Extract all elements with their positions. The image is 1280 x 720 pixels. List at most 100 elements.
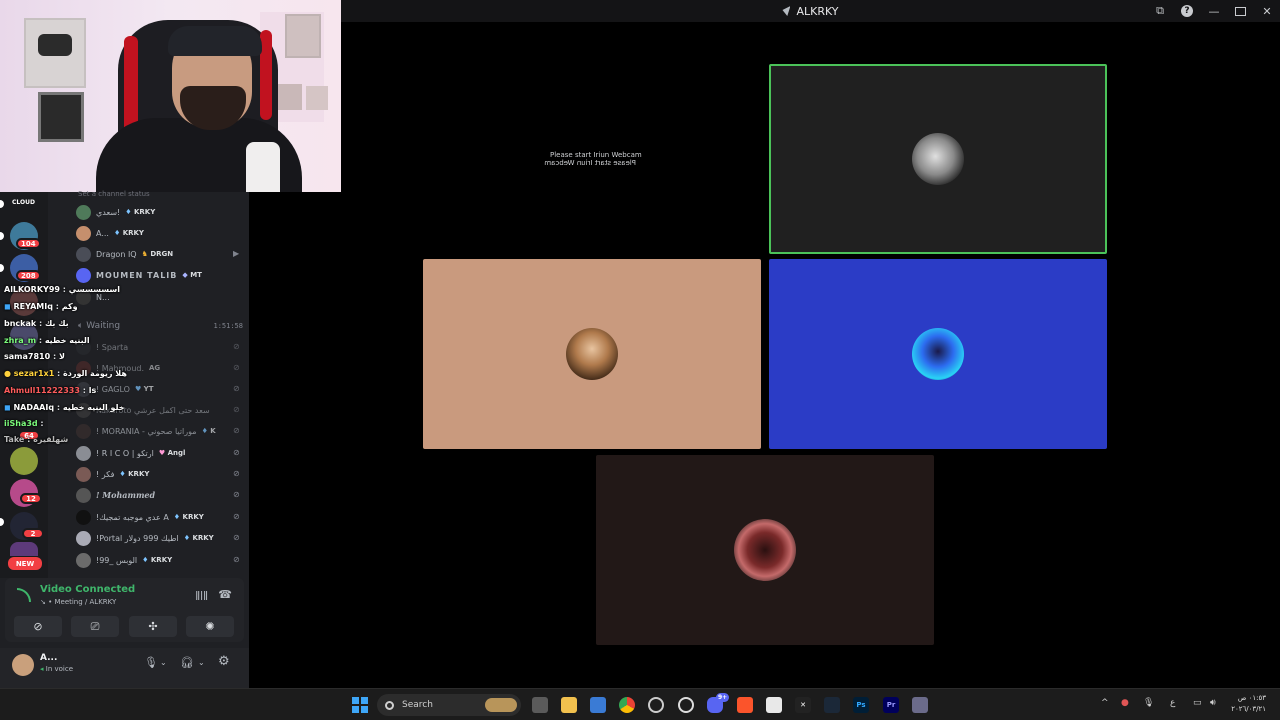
- server-list: CLOUD 104 208 64 12 2 NEW: [0, 192, 48, 578]
- noise-suppression-icon[interactable]: ǁǀǁ: [195, 590, 208, 601]
- server-icon[interactable]: [10, 542, 38, 556]
- store-icon[interactable]: [590, 697, 606, 713]
- waiting-channel[interactable]: 🔈︎ Waiting 1:51:58: [78, 318, 243, 334]
- avatar[interactable]: [12, 654, 34, 676]
- search-box[interactable]: Search: [377, 694, 521, 716]
- participant-tile[interactable]: [769, 259, 1107, 449]
- voice-user[interactable]: MOUMEN TALIB ◆ MT: [76, 265, 246, 285]
- avatar: [76, 423, 91, 439]
- settings-gear-icon[interactable]: ⚙: [218, 654, 230, 669]
- soundboard-button[interactable]: ✺: [186, 616, 234, 637]
- chat-message: ● sezar1x1 : هلا ريومة الوردة: [4, 369, 127, 378]
- chat-message: ◼ REYAMIq : وكم: [4, 302, 78, 311]
- chevron-down-icon[interactable]: ⌄: [160, 658, 167, 667]
- voice-user[interactable]: سعدي! ♦ KRKY: [76, 202, 246, 222]
- connection-icon[interactable]: [17, 588, 31, 602]
- voice-user[interactable]: ! فكر ♦ KRKY ⊘: [76, 464, 246, 484]
- avatar: [76, 552, 91, 568]
- network-icon[interactable]: ▭: [1193, 698, 1202, 708]
- chrome-icon[interactable]: [619, 697, 635, 713]
- app-icon[interactable]: [648, 697, 664, 713]
- start-button[interactable]: [352, 697, 368, 713]
- voice-user[interactable]: Dragon IQ ♞ DRGN ▶: [76, 244, 246, 264]
- chat-message: sama7810 : لا: [4, 352, 65, 361]
- language-indicator[interactable]: ع: [1170, 698, 1175, 708]
- webcam-overlay: [0, 0, 341, 192]
- minimize-button[interactable]: —: [1201, 0, 1227, 22]
- activities-button[interactable]: ✣: [129, 616, 177, 637]
- speaker-icon: ↘: [40, 598, 46, 606]
- server-icon[interactable]: [10, 447, 38, 475]
- app-icon[interactable]: [912, 697, 928, 713]
- voice-user[interactable]: !Portal اطيك 999 دولار ♦ KRKY ⊘: [76, 528, 246, 548]
- premiere-icon[interactable]: Pr: [883, 697, 899, 713]
- avatar: [76, 466, 91, 482]
- chat-message: AlLKORKY99 : اسسسسسي: [4, 285, 121, 294]
- voice-user[interactable]: ! MORANIA - موراتيا صحوني ♦ K ⊘: [76, 421, 246, 441]
- wall-frame: [38, 92, 84, 142]
- steam-icon[interactable]: [824, 697, 840, 713]
- photoshop-icon[interactable]: Ps: [853, 697, 869, 713]
- user-panel: A... ◂ In voice 🎙︎ ⌄ 🎧︎ ⌄ ⚙: [0, 648, 249, 688]
- voice-user[interactable]: !عدي موجبه تمجيك A ♦ KRKY ⊘: [76, 507, 246, 527]
- deafened-icon: ⊘: [233, 405, 240, 414]
- deafened-icon: ⊘: [233, 342, 240, 351]
- participant-tile[interactable]: [423, 259, 761, 449]
- waiting-timer: 1:51:58: [213, 322, 243, 330]
- deafened-icon: ⊘: [233, 469, 240, 478]
- participant-tile[interactable]: [596, 455, 934, 645]
- participant-avatar: [912, 133, 964, 185]
- user-name[interactable]: A...: [40, 653, 57, 663]
- iriun-placeholder-tile[interactable]: Please start Iriun Webcam Please start I…: [423, 64, 761, 254]
- clock-time: ٠١:٥٣ ص: [1237, 694, 1266, 702]
- disconnect-icon[interactable]: ☎: [218, 588, 232, 601]
- voice-user[interactable]: !99_ الوبس ♦ KRKY ⊘: [76, 550, 246, 570]
- help-icon[interactable]: ?: [1181, 5, 1193, 17]
- chat-message: Take : شهلقيره: [4, 435, 69, 444]
- channel-status-hint[interactable]: Set a channel status: [78, 190, 150, 198]
- inbox-icon[interactable]: ⧉: [1147, 0, 1173, 22]
- avatar: [76, 509, 91, 525]
- deafened-icon: ⊘: [233, 426, 240, 435]
- maximize-button[interactable]: [1235, 6, 1246, 16]
- window-title: ALKRKY: [782, 5, 839, 18]
- obs-icon[interactable]: [678, 697, 694, 713]
- voice-panel: Video Connected ↘ • Meeting / ALKRKY ǁǀǁ…: [5, 578, 244, 642]
- participant-avatar: [912, 328, 964, 380]
- headband: [168, 26, 262, 56]
- cup: [246, 142, 280, 192]
- avatar: [76, 246, 91, 262]
- volume-icon[interactable]: 🔊︎: [1210, 698, 1216, 708]
- voice-user[interactable]: ! GAGLO ♥ YT ⊘: [76, 379, 246, 399]
- deafened-icon: ⊘: [233, 448, 240, 457]
- deafened-icon: ⊘: [233, 533, 240, 542]
- speaker-icon: [782, 6, 791, 16]
- avatar: [76, 530, 91, 546]
- task-view-icon[interactable]: [532, 697, 548, 713]
- screen: ALKRKY ⧉ ? — ✕ CLOUD 104 208 64 12 2 NEW…: [0, 0, 1280, 720]
- camera-off-button[interactable]: ⊘: [14, 616, 62, 637]
- microphone-icon[interactable]: 🎙︎: [144, 656, 158, 669]
- voice-channel-path[interactable]: ↘ • Meeting / ALKRKY: [40, 598, 116, 606]
- cloud-server-label[interactable]: CLOUD: [12, 199, 35, 206]
- microphone-icon[interactable]: 🎙︎: [1143, 698, 1154, 708]
- capcut-icon[interactable]: ✕: [795, 697, 811, 713]
- close-button[interactable]: ✕: [1254, 0, 1280, 22]
- brave-icon[interactable]: [737, 697, 753, 713]
- voice-user[interactable]: ! 𝑴𝒐𝒉𝒂𝒎𝒎𝒆𝒅 ⊘: [76, 485, 246, 505]
- discord-badge: 9+: [716, 693, 730, 702]
- headphones-icon[interactable]: 🎧︎: [180, 656, 194, 669]
- clock[interactable]: ٠١:٥٣ ص ٢٠٢٦/٠٣/٢١: [1231, 693, 1266, 715]
- mention-badge: 208: [16, 270, 41, 281]
- share-screen-button[interactable]: ⎚: [71, 616, 119, 637]
- voice-status[interactable]: Video Connected: [40, 584, 135, 595]
- chevron-up-icon[interactable]: ^: [1101, 698, 1109, 708]
- chevron-down-icon[interactable]: ⌄: [198, 658, 205, 667]
- voice-user[interactable]: ! R I C O | ارتكو ♥ Angl ⊘: [76, 443, 246, 463]
- voice-user[interactable]: ! Sparta ⊘: [76, 337, 246, 357]
- tray-app-icon[interactable]: ●: [1121, 698, 1129, 708]
- voice-user[interactable]: A... ♦ KRKY: [76, 223, 246, 243]
- app-icon[interactable]: [766, 697, 782, 713]
- participant-tile-speaking[interactable]: [769, 64, 1107, 254]
- file-explorer-icon[interactable]: [561, 697, 577, 713]
